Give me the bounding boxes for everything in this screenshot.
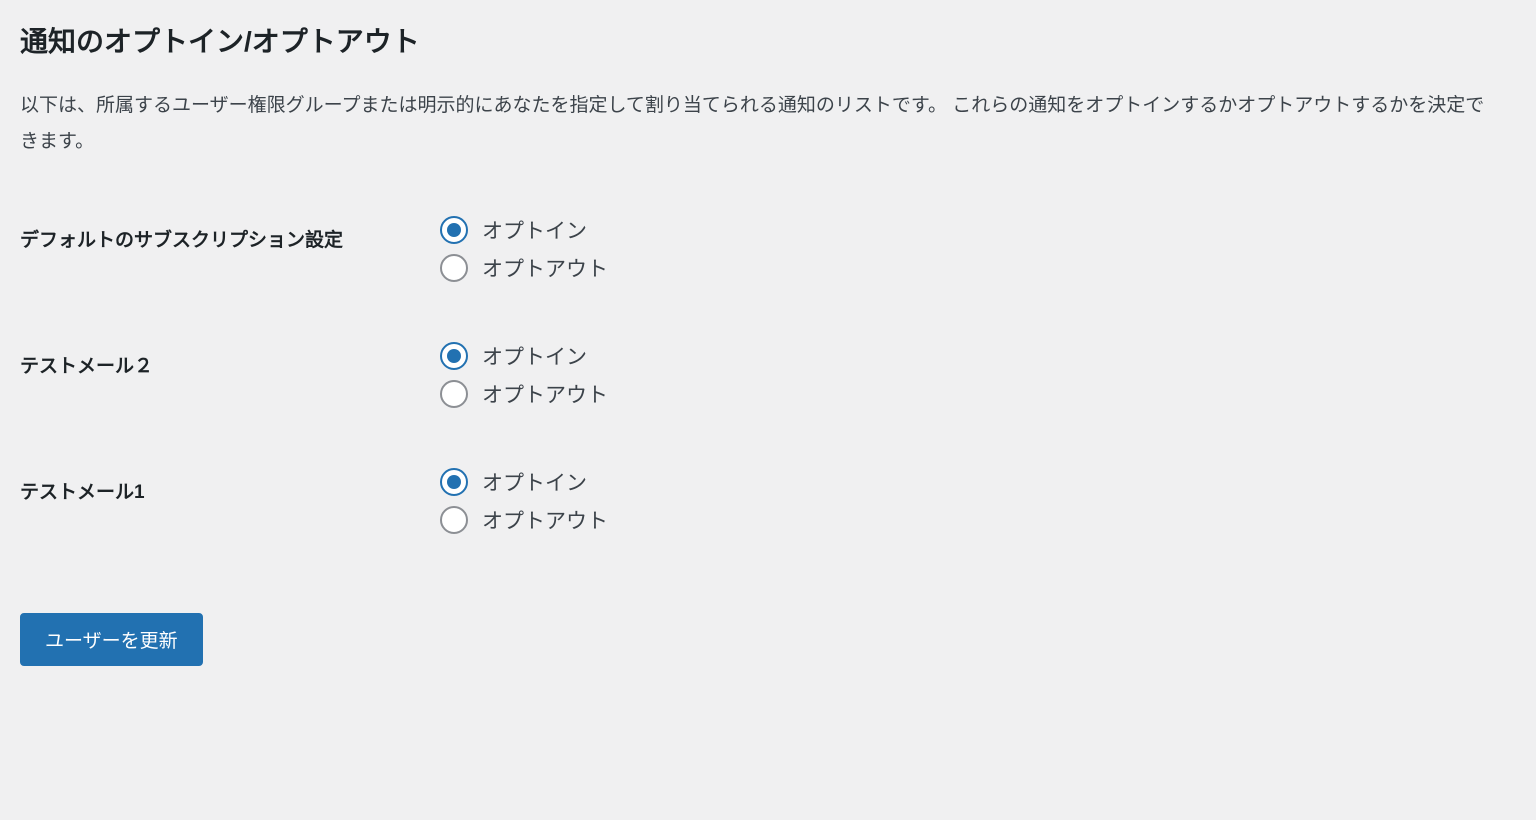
optout-label[interactable]: オプトアウト bbox=[482, 253, 608, 283]
optin-option: オプトイン bbox=[440, 215, 1516, 245]
setting-options: オプトイン オプトアウト bbox=[440, 467, 1516, 593]
setting-row-test-mail-1: テストメール1 オプトイン オプトアウト bbox=[20, 467, 1516, 593]
optin-radio[interactable] bbox=[440, 342, 468, 370]
optin-radio[interactable] bbox=[440, 468, 468, 496]
setting-label: テストメール２ bbox=[20, 341, 440, 467]
update-user-button[interactable]: ユーザーを更新 bbox=[20, 613, 203, 666]
optout-radio[interactable] bbox=[440, 380, 468, 408]
settings-table: デフォルトのサブスクリプション設定 オプトイン オプトアウト テストメール２ オ… bbox=[20, 215, 1516, 593]
optout-label[interactable]: オプトアウト bbox=[482, 505, 608, 535]
page-heading: 通知のオプトイン/オプトアウト bbox=[20, 20, 1516, 60]
optout-option: オプトアウト bbox=[440, 253, 1516, 283]
optout-option: オプトアウト bbox=[440, 505, 1516, 535]
setting-label: テストメール1 bbox=[20, 467, 440, 593]
optin-label[interactable]: オプトイン bbox=[482, 467, 587, 497]
setting-options: オプトイン オプトアウト bbox=[440, 215, 1516, 341]
optin-label[interactable]: オプトイン bbox=[482, 215, 587, 245]
optin-label[interactable]: オプトイン bbox=[482, 341, 587, 371]
optin-radio[interactable] bbox=[440, 216, 468, 244]
setting-row-test-mail-2: テストメール２ オプトイン オプトアウト bbox=[20, 341, 1516, 467]
setting-row-default-subscription: デフォルトのサブスクリプション設定 オプトイン オプトアウト bbox=[20, 215, 1516, 341]
optout-label[interactable]: オプトアウト bbox=[482, 379, 608, 409]
optin-option: オプトイン bbox=[440, 341, 1516, 371]
setting-label: デフォルトのサブスクリプション設定 bbox=[20, 215, 440, 341]
optout-option: オプトアウト bbox=[440, 379, 1516, 409]
setting-options: オプトイン オプトアウト bbox=[440, 341, 1516, 467]
optin-option: オプトイン bbox=[440, 467, 1516, 497]
page-description: 以下は、所属するユーザー権限グループまたは明示的にあなたを指定して割り当てられる… bbox=[20, 88, 1500, 160]
optout-radio[interactable] bbox=[440, 254, 468, 282]
optout-radio[interactable] bbox=[440, 506, 468, 534]
